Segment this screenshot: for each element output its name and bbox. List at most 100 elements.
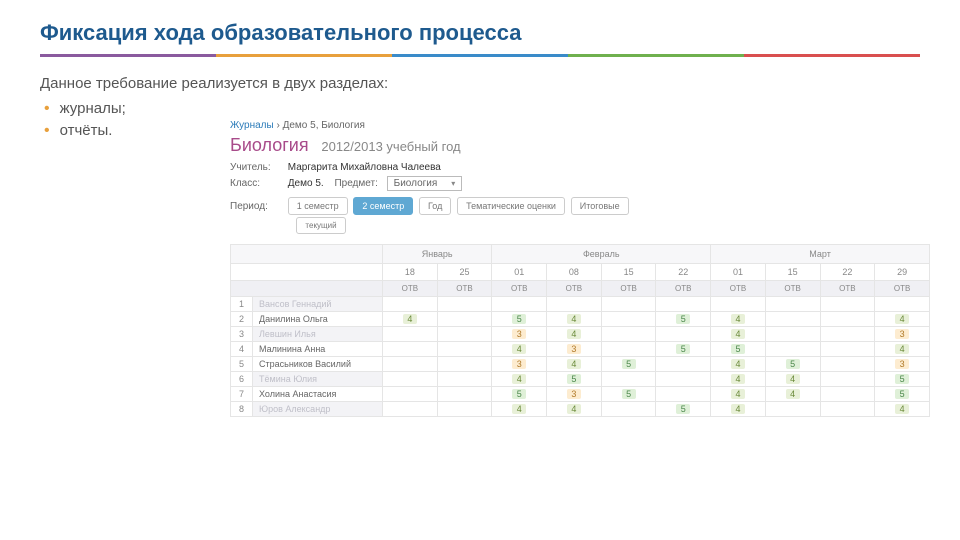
day-header: 25 xyxy=(437,264,492,281)
grade-cell[interactable] xyxy=(875,297,930,312)
grade-cell[interactable]: 4 xyxy=(711,357,766,372)
grade-cell[interactable]: 5 xyxy=(656,312,711,327)
grade-cell[interactable]: 4 xyxy=(711,402,766,417)
grade-cell[interactable] xyxy=(765,342,820,357)
tab-sem2[interactable]: 2 семестр xyxy=(353,197,413,215)
divider xyxy=(40,54,920,57)
grade-cell[interactable] xyxy=(601,327,656,342)
page-title: Фиксация хода образовательного процесса xyxy=(40,20,920,46)
tab-final[interactable]: Итоговые xyxy=(571,197,629,215)
grade-cell[interactable] xyxy=(492,297,547,312)
grade-cell[interactable]: 5 xyxy=(875,387,930,402)
grade-cell[interactable] xyxy=(765,327,820,342)
tab-year[interactable]: Год xyxy=(419,197,451,215)
grade-cell[interactable]: 4 xyxy=(547,312,602,327)
grade-cell[interactable]: 4 xyxy=(765,372,820,387)
grade-cell[interactable]: 4 xyxy=(765,387,820,402)
grade-cell[interactable]: 4 xyxy=(711,372,766,387)
grade-cell[interactable]: 4 xyxy=(547,327,602,342)
breadcrumb-link[interactable]: Журналы xyxy=(230,120,274,131)
grade-cell[interactable] xyxy=(383,297,438,312)
teacher-label: Учитель: xyxy=(230,162,285,173)
grade-cell[interactable]: 5 xyxy=(492,387,547,402)
grade-cell[interactable] xyxy=(547,297,602,312)
grade-cell[interactable] xyxy=(765,297,820,312)
grade-cell[interactable] xyxy=(601,372,656,387)
day-header: 15 xyxy=(765,264,820,281)
grade-cell[interactable]: 4 xyxy=(492,372,547,387)
grade-cell[interactable]: 5 xyxy=(547,372,602,387)
grade-cell[interactable] xyxy=(437,312,492,327)
grade-cell[interactable]: 4 xyxy=(547,402,602,417)
grade-cell[interactable]: 5 xyxy=(601,357,656,372)
grade-cell[interactable] xyxy=(656,327,711,342)
grade-cell[interactable]: 3 xyxy=(547,387,602,402)
grade-cell[interactable] xyxy=(437,402,492,417)
type-header: ОТВ xyxy=(492,281,547,297)
grade-cell[interactable] xyxy=(656,372,711,387)
grade-cell[interactable]: 5 xyxy=(875,372,930,387)
grade-cell[interactable] xyxy=(765,402,820,417)
grade-cell[interactable]: 4 xyxy=(547,357,602,372)
grade-cell[interactable]: 5 xyxy=(765,357,820,372)
grade-cell[interactable]: 5 xyxy=(601,387,656,402)
grade-cell[interactable]: 3 xyxy=(492,327,547,342)
grade-cell[interactable] xyxy=(601,342,656,357)
type-header: ОТВ xyxy=(437,281,492,297)
grade-cell[interactable] xyxy=(820,327,875,342)
grade-cell[interactable] xyxy=(656,387,711,402)
grade-cell[interactable]: 3 xyxy=(547,342,602,357)
grade-cell[interactable] xyxy=(820,357,875,372)
grade-cell[interactable]: 5 xyxy=(656,402,711,417)
grade-cell[interactable] xyxy=(820,372,875,387)
grade-cell[interactable]: 3 xyxy=(875,357,930,372)
grade-cell[interactable] xyxy=(383,357,438,372)
grade-cell[interactable]: 4 xyxy=(875,312,930,327)
grade-cell[interactable]: 4 xyxy=(875,402,930,417)
grade-cell[interactable] xyxy=(820,312,875,327)
grade-cell[interactable] xyxy=(437,297,492,312)
grade-cell[interactable] xyxy=(820,297,875,312)
grade-cell[interactable]: 5 xyxy=(656,342,711,357)
grade-cell[interactable] xyxy=(656,357,711,372)
grade-cell[interactable]: 3 xyxy=(875,327,930,342)
grade-cell[interactable]: 5 xyxy=(492,312,547,327)
grade-cell[interactable] xyxy=(765,312,820,327)
tab-sem1[interactable]: 1 семестр xyxy=(288,197,348,215)
day-header: 01 xyxy=(492,264,547,281)
tab-current[interactable]: текущий xyxy=(296,217,346,234)
grade-cell[interactable] xyxy=(601,402,656,417)
grade-cell[interactable] xyxy=(820,387,875,402)
grade-cell[interactable]: 3 xyxy=(492,357,547,372)
student-name: Холина Анастасия xyxy=(253,387,383,402)
grade-cell[interactable] xyxy=(437,387,492,402)
grade-cell[interactable]: 4 xyxy=(875,342,930,357)
tab-thematic[interactable]: Тематические оценки xyxy=(457,197,565,215)
grade-cell[interactable] xyxy=(383,342,438,357)
grade-cell[interactable] xyxy=(437,372,492,387)
grade-cell[interactable]: 5 xyxy=(711,342,766,357)
grade-cell[interactable]: 4 xyxy=(711,387,766,402)
grade-cell[interactable]: 4 xyxy=(492,342,547,357)
grade-cell[interactable] xyxy=(820,402,875,417)
grade-cell[interactable] xyxy=(383,372,438,387)
grade-cell[interactable] xyxy=(437,327,492,342)
grade-cell[interactable] xyxy=(437,342,492,357)
grade-cell[interactable]: 4 xyxy=(383,312,438,327)
row-number: 8 xyxy=(231,402,253,417)
grade-cell[interactable] xyxy=(601,297,656,312)
grade-cell[interactable]: 4 xyxy=(711,327,766,342)
grade-cell[interactable] xyxy=(437,357,492,372)
table-row: 1Вансов Геннадий xyxy=(231,297,930,312)
subject-title: Биология xyxy=(230,135,309,155)
subject-select[interactable]: Биология xyxy=(387,176,463,191)
grade-cell[interactable] xyxy=(383,387,438,402)
grade-cell[interactable] xyxy=(383,402,438,417)
grade-cell[interactable] xyxy=(711,297,766,312)
grade-cell[interactable] xyxy=(601,312,656,327)
grade-cell[interactable] xyxy=(656,297,711,312)
grade-cell[interactable] xyxy=(383,327,438,342)
grade-cell[interactable]: 4 xyxy=(711,312,766,327)
grade-cell[interactable]: 4 xyxy=(492,402,547,417)
grade-cell[interactable] xyxy=(820,342,875,357)
